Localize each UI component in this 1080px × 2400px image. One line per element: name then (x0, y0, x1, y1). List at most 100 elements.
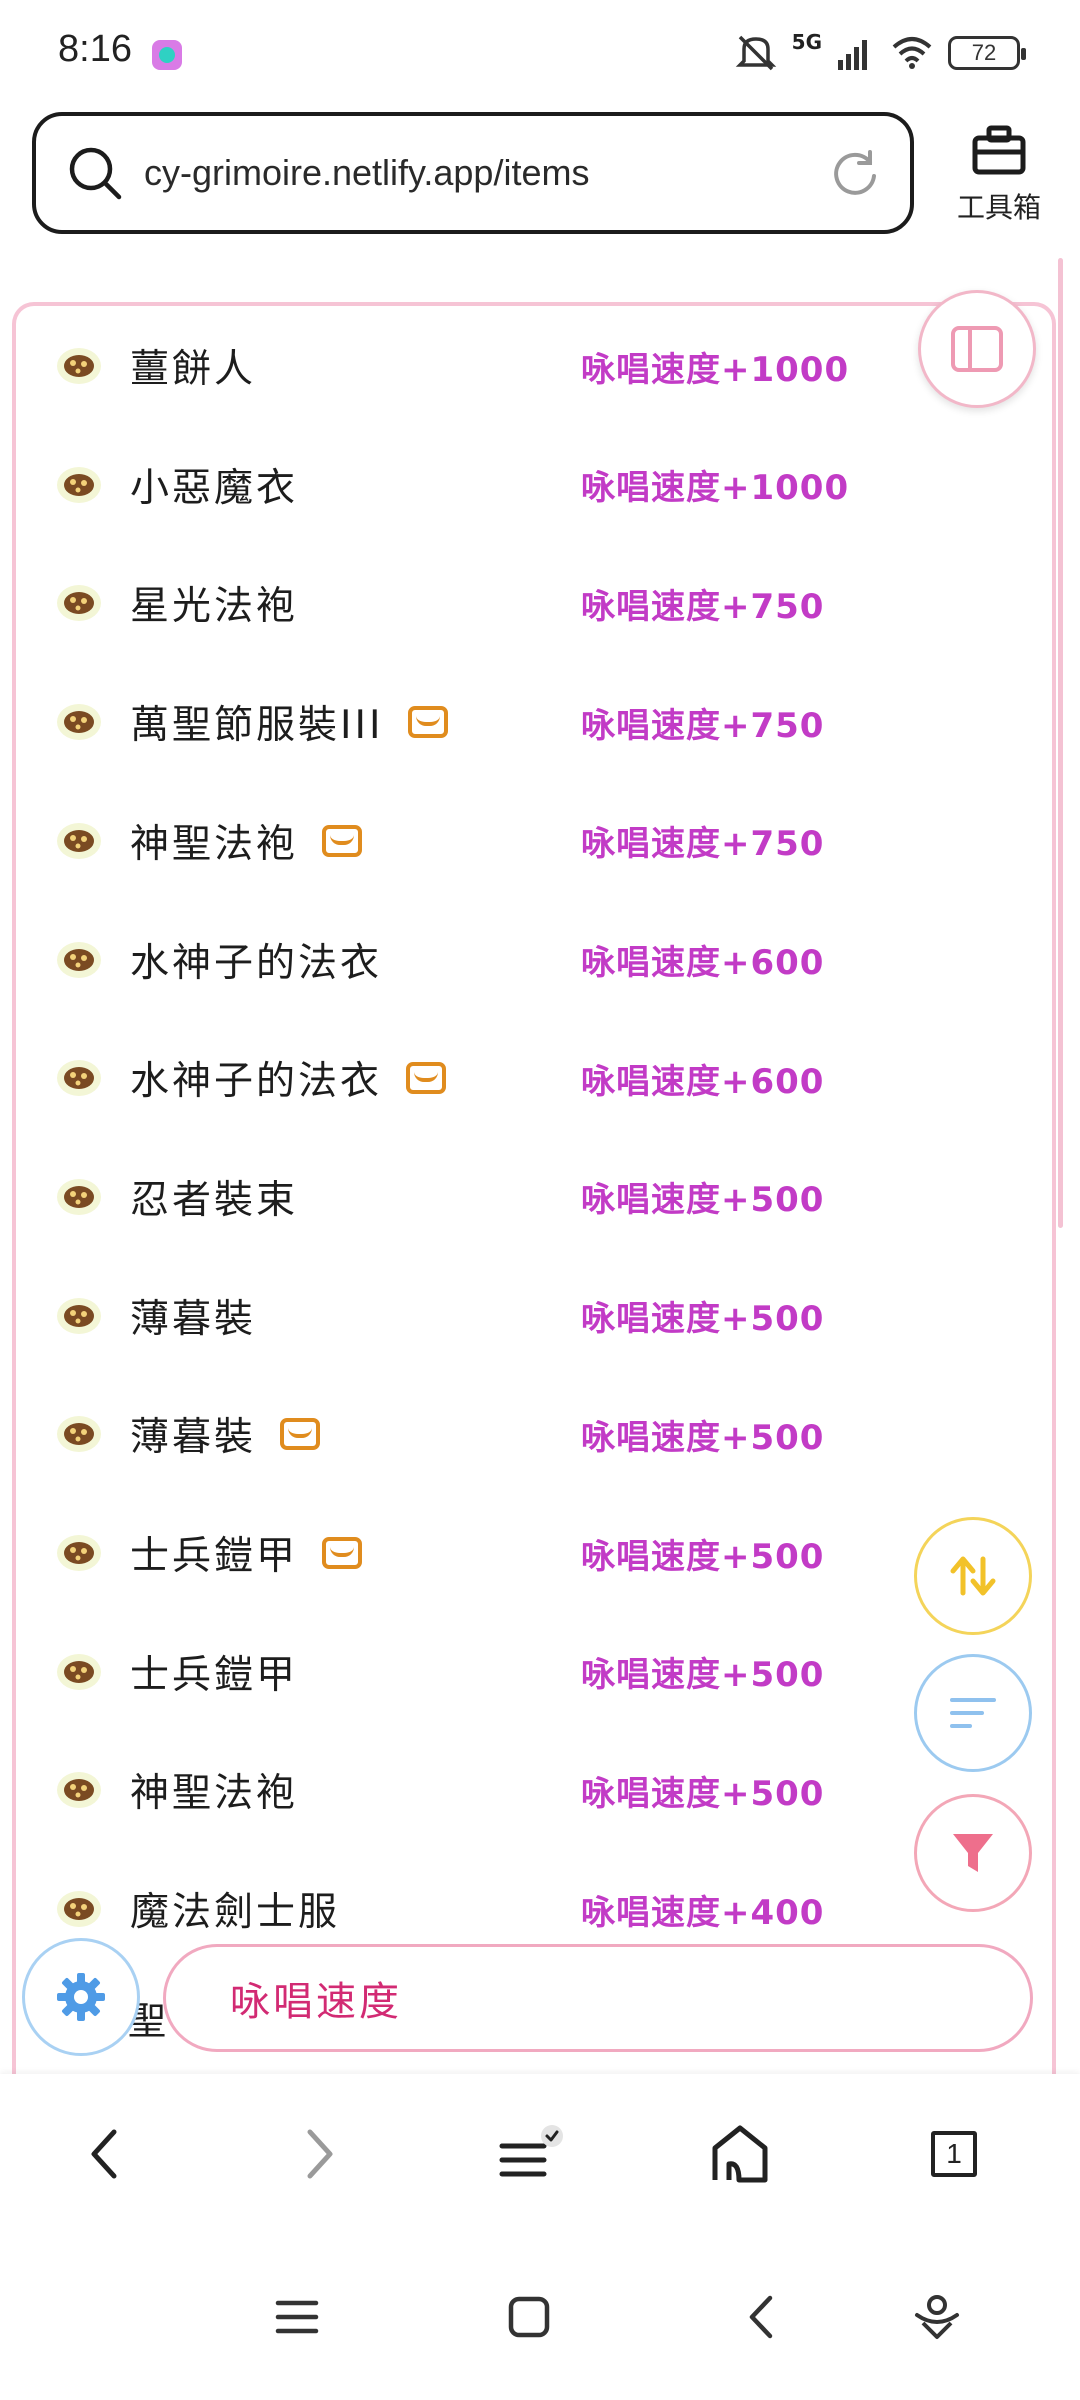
home-button[interactable] (704, 2118, 776, 2190)
item-name: 神聖法袍 (130, 1762, 298, 1818)
item-row[interactable]: 水神子的法衣 咏唱速度+600 (16, 1018, 1052, 1138)
item-icon (57, 941, 101, 978)
system-home-button[interactable] (496, 2284, 562, 2350)
card-icon (406, 1062, 447, 1095)
sidebar-toggle-button[interactable] (918, 290, 1036, 408)
item-name: 士兵鎧甲 (130, 1644, 298, 1700)
card-icon (407, 706, 448, 739)
item-effect: 咏唱速度+600 (581, 943, 825, 983)
item-name-text: 神聖法袍 (130, 1771, 299, 1817)
sidebar-toggle-icon (951, 326, 1003, 372)
item-icon (57, 704, 101, 741)
wifi-icon (892, 37, 932, 69)
browser-toolbar: 1 (0, 2074, 1080, 2234)
back-icon (91, 2129, 117, 2179)
item-name: 神聖法袍 (130, 813, 363, 869)
item-effect: 咏唱速度+500 (581, 1655, 825, 1696)
item-row[interactable]: 神聖法袍 咏唱速度+750 (16, 781, 1052, 901)
item-name: 薑餅人 (130, 338, 256, 394)
card-icon (280, 1418, 321, 1451)
url-text[interactable]: cy-grimoire.netlify.app/items (144, 152, 830, 194)
item-row[interactable]: 星光法袍 咏唱速度+750 (16, 543, 1052, 663)
sort-list-button[interactable] (914, 1654, 1032, 1772)
system-menu-icon (275, 2300, 319, 2334)
system-assistant-button[interactable] (904, 2284, 970, 2350)
list-scrollbar[interactable] (1052, 1836, 1056, 2016)
item-icon (57, 585, 101, 622)
item-row[interactable]: 萬聖節服裝III 咏唱速度+750 (16, 662, 1052, 782)
item-name: 水神子的法衣 (130, 1050, 447, 1106)
sort-order-button[interactable] (914, 1517, 1032, 1635)
toolbox-button[interactable]: 工具箱 (944, 124, 1054, 234)
item-icon (57, 1653, 101, 1690)
item-name-text: 薄暮裝 (130, 1415, 257, 1461)
menu-icon (499, 2125, 563, 2177)
item-row[interactable]: 士兵鎧甲 咏唱速度+500 (16, 1493, 1052, 1613)
assistant-icon (915, 2295, 959, 2339)
item-effect: 咏唱速度+500 (581, 1773, 825, 1814)
item-row[interactable]: 小惡魔衣 咏唱速度+1000 (16, 425, 1052, 545)
card-icon (322, 824, 363, 857)
item-name: 忍者裝束 (130, 1169, 298, 1225)
network-type: 5G (791, 30, 822, 54)
active-filter-field[interactable]: 咏唱速度 (163, 1944, 1033, 2052)
signal-icon (838, 40, 867, 70)
item-icon (57, 1891, 101, 1928)
item-name: 薄暮裝 (130, 1288, 256, 1344)
item-row[interactable]: 神聖法袍 咏唱速度+500 (16, 1730, 1052, 1850)
page-scrollbar[interactable] (1058, 258, 1063, 1228)
item-row[interactable]: 薄暮裝 咏唱速度+500 (16, 1374, 1052, 1494)
item-name: 星光法袍 (130, 575, 298, 631)
item-name-text: 小惡魔衣 (130, 465, 299, 511)
item-icon (57, 348, 101, 384)
menu-button[interactable] (494, 2118, 566, 2190)
item-icon (57, 1297, 101, 1334)
item-name-text: 萬聖節服裝III (130, 703, 384, 749)
item-name-text: 神聖法袍 (130, 821, 299, 867)
item-name: 士兵鎧甲 (130, 1525, 363, 1581)
item-row[interactable]: 士兵鎧甲 咏唱速度+500 (16, 1612, 1052, 1732)
item-icon (57, 1772, 101, 1809)
settings-button[interactable] (22, 1938, 140, 2056)
item-icon (57, 1535, 101, 1571)
item-name: 水神子的法衣 (130, 932, 382, 988)
item-effect: 咏唱速度+600 (581, 1061, 825, 1102)
system-menu-button[interactable] (264, 2284, 330, 2350)
item-icon (57, 466, 101, 503)
item-effect: 咏唱速度+500 (581, 1417, 825, 1458)
item-row[interactable]: 薑餅人 咏唱速度+1000 (16, 306, 1052, 426)
item-name-text: 水神子的法衣 (130, 1059, 383, 1105)
filter-icon (953, 1834, 993, 1872)
settings-icon (57, 1973, 105, 2021)
tabs-button[interactable]: 1 (918, 2118, 990, 2190)
item-row[interactable]: 水神子的法衣 咏唱速度+600 (16, 900, 1052, 1020)
item-icon (57, 1416, 101, 1453)
status-time: 8:16 (58, 28, 132, 70)
item-name-text: 薑餅人 (130, 347, 257, 392)
toolbox-label: 工具箱 (956, 191, 1041, 224)
item-icon (57, 822, 101, 859)
app-notification-icon (152, 40, 182, 70)
item-name-text: 薄暮裝 (130, 1296, 257, 1342)
item-effect: 咏唱速度+500 (581, 1180, 825, 1221)
item-name-text: 水神子的法衣 (130, 940, 383, 986)
system-back-button[interactable] (728, 2284, 794, 2350)
item-name-text: 忍者裝束 (130, 1177, 299, 1223)
forward-button[interactable] (284, 2118, 356, 2190)
system-navigation-bar (0, 2234, 1080, 2400)
address-bar[interactable]: cy-grimoire.netlify.app/items (32, 112, 914, 234)
items-panel: 薑餅人 咏唱速度+1000 小惡魔衣 咏唱速度+1000 星光法袍 咏唱速度+750 萬聖節… (12, 302, 1056, 2122)
item-effect: 咏唱速度+400 (581, 1892, 825, 1933)
item-icon (57, 1060, 101, 1097)
reload-icon[interactable] (830, 148, 880, 198)
back-button[interactable] (68, 2118, 140, 2190)
battery-indicator: 72 (948, 36, 1026, 70)
status-bar: 8:16 5G 72 (0, 0, 1080, 104)
item-effect: 咏唱速度+750 (581, 586, 825, 627)
filter-button[interactable] (914, 1794, 1032, 1912)
item-row[interactable]: 忍者裝束 咏唱速度+500 (16, 1137, 1052, 1257)
home-icon (712, 2125, 768, 2183)
item-name: 魔法劍士服 (130, 1881, 340, 1937)
item-effect: 咏唱速度+750 (581, 705, 825, 746)
item-row[interactable]: 薄暮裝 咏唱速度+500 (16, 1256, 1052, 1376)
